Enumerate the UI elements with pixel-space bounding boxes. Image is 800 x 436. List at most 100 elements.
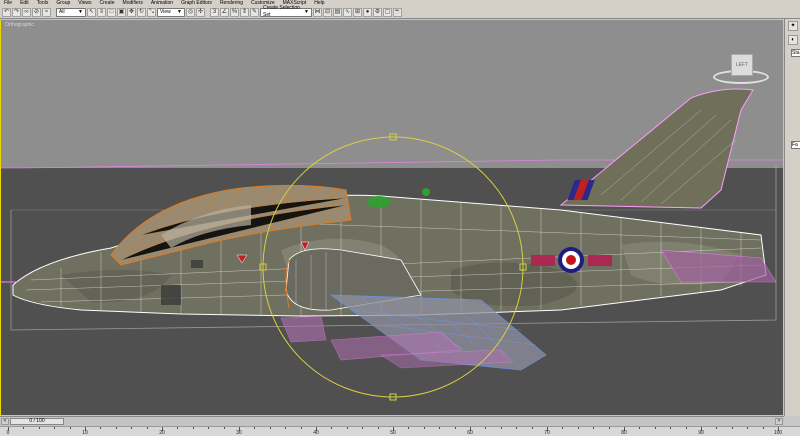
named-selection-sets-value: Create Selection Set: [263, 5, 300, 18]
trackbar-minor-tick: [115, 427, 117, 429]
trackbar-minor-tick: [654, 427, 656, 429]
trackbar-minor-tick: [69, 427, 71, 429]
trackbar-minor-tick: [731, 427, 733, 429]
time-slider-thumb[interactable]: 0 / 100: [10, 418, 64, 425]
manipulate-icon[interactable]: ✣: [196, 7, 205, 17]
time-slider-next-button[interactable]: >: [775, 418, 783, 425]
viewcube[interactable]: LEFT: [713, 50, 769, 86]
trackbar-minor-tick: [577, 427, 579, 429]
layer-manager-icon[interactable]: ▤: [333, 7, 342, 17]
snaps-toggle-icon[interactable]: 3: [210, 7, 219, 17]
trackbar-minor-tick: [38, 427, 40, 429]
trackbar-minor-tick: [454, 427, 456, 429]
select-move-icon[interactable]: ✥: [127, 7, 136, 17]
trackbar-minor-tick: [208, 427, 210, 429]
trackbar-tick-label: 30: [236, 430, 242, 436]
trackbar-minor-tick: [516, 427, 518, 429]
trackbar-minor-tick: [300, 427, 302, 429]
chevron-down-icon: ▼: [78, 8, 83, 15]
trackbar-tick-label: 0: [6, 430, 10, 436]
angle-snap-icon[interactable]: ∠: [220, 7, 229, 17]
trackbar-minor-tick: [131, 427, 133, 429]
trackbar-minor-tick: [747, 427, 749, 429]
main-toolbar: ↶ ↷ ∞ ⊘ ≈ All ▼ ↖ ≡ □ ▣ ✥ ↻ ⤡ View ▼ ◎ ✣ 3…: [0, 5, 800, 19]
create-tab-icon[interactable]: ✦: [788, 21, 798, 31]
jet-model-wireframe[interactable]: [1, 20, 784, 416]
render-production-icon[interactable]: ☕: [393, 7, 402, 17]
trackbar-minor-tick: [23, 427, 25, 429]
trackbar-minor-tick: [423, 427, 425, 429]
selection-filter-dropdown[interactable]: All ▼: [56, 7, 86, 17]
trackbar-tick-label: 60: [467, 430, 473, 436]
reference-coordinate-value: View: [160, 8, 171, 15]
trackbar-minor-tick: [685, 427, 687, 429]
percent-snap-icon[interactable]: %: [230, 7, 239, 17]
trackbar-minor-tick: [269, 427, 271, 429]
select-object-icon[interactable]: ↖: [87, 7, 96, 17]
viewport-left-orthographic[interactable]: Orthographic LEFT: [0, 19, 784, 416]
rectangular-selection-icon[interactable]: □: [107, 7, 116, 17]
command-panel-field-fa[interactable]: Fa: [791, 141, 800, 149]
trackbar-tick-label: 40: [313, 430, 319, 436]
viewcube-face[interactable]: LEFT: [731, 54, 753, 76]
pivot-center-icon[interactable]: ◎: [186, 7, 195, 17]
align-icon[interactable]: ⊟: [323, 7, 332, 17]
schematic-view-icon[interactable]: ⊞: [353, 7, 362, 17]
trackbar-minor-tick: [439, 427, 441, 429]
trackbar-tick-label: 100: [773, 430, 783, 436]
trackbar-minor-tick: [562, 427, 564, 429]
select-by-name-icon[interactable]: ≡: [97, 7, 106, 17]
time-slider-prev-button[interactable]: <: [1, 418, 9, 425]
trackbar-minor-tick: [346, 427, 348, 429]
reference-coordinate-dropdown[interactable]: View ▼: [157, 7, 185, 17]
trackbar-minor-tick: [531, 427, 533, 429]
spinner-snap-icon[interactable]: ⇕: [240, 7, 249, 17]
viewport-label[interactable]: Orthographic: [5, 22, 34, 28]
render-setup-icon[interactable]: ⚙: [373, 7, 382, 17]
edit-named-selections-icon[interactable]: ✎: [250, 7, 259, 17]
redo-icon[interactable]: ↷: [12, 7, 21, 17]
trackbar-minor-tick: [362, 427, 364, 429]
modify-tab-icon[interactable]: ◐: [788, 35, 798, 45]
select-scale-icon[interactable]: ⤡: [147, 7, 156, 17]
trackbar-minor-tick: [485, 427, 487, 429]
selection-filter-value: All: [59, 8, 65, 15]
chevron-down-icon: ▼: [177, 8, 182, 15]
chevron-down-icon: ▼: [304, 8, 309, 15]
unlink-icon[interactable]: ⊘: [32, 7, 41, 17]
trackbar-minor-tick: [192, 427, 194, 429]
rendered-frame-window-icon[interactable]: ▢: [383, 7, 392, 17]
trackbar-minor-tick: [146, 427, 148, 429]
trackbar-tick-label: 90: [698, 430, 704, 436]
trackbar-minor-tick: [762, 427, 764, 429]
window-crossing-icon[interactable]: ▣: [117, 7, 126, 17]
toolbar-separator: [206, 8, 209, 17]
mirror-icon[interactable]: ⋈: [313, 7, 322, 17]
trackbar-minor-tick: [254, 427, 256, 429]
trackbar-tick-label: 80: [621, 430, 627, 436]
curve-editor-icon[interactable]: ∿: [343, 7, 352, 17]
trackbar-minor-tick: [54, 427, 56, 429]
command-panel-field-standard[interactable]: Sta: [791, 49, 800, 57]
trackbar-minor-tick: [223, 427, 225, 429]
trackbar-minor-tick: [500, 427, 502, 429]
trackbar-minor-tick: [408, 427, 410, 429]
trackbar-minor-tick: [716, 427, 718, 429]
undo-icon[interactable]: ↶: [2, 7, 11, 17]
trackbar-minor-tick: [593, 427, 595, 429]
trackbar-minor-tick: [177, 427, 179, 429]
select-rotate-icon[interactable]: ↻: [137, 7, 146, 17]
bind-space-warp-icon[interactable]: ≈: [42, 7, 51, 17]
named-selection-sets-dropdown[interactable]: Create Selection Set ▼: [260, 5, 312, 18]
trackbar-minor-tick: [670, 427, 672, 429]
material-editor-icon[interactable]: ●: [363, 7, 372, 17]
trackbar-tick-label: 10: [82, 430, 88, 436]
trackbar-minor-tick: [639, 427, 641, 429]
time-slider[interactable]: < 0 / 100 >: [0, 416, 784, 426]
command-panel: ✦ ◐ Sta Fa: [784, 19, 800, 416]
trackbar-minor-tick: [608, 427, 610, 429]
track-bar[interactable]: 0 10 20 30 40 50 60 70 80 90 100: [0, 426, 800, 436]
link-icon[interactable]: ∞: [22, 7, 31, 17]
trackbar-minor-tick: [285, 427, 287, 429]
trackbar-tick-label: 70: [544, 430, 550, 436]
